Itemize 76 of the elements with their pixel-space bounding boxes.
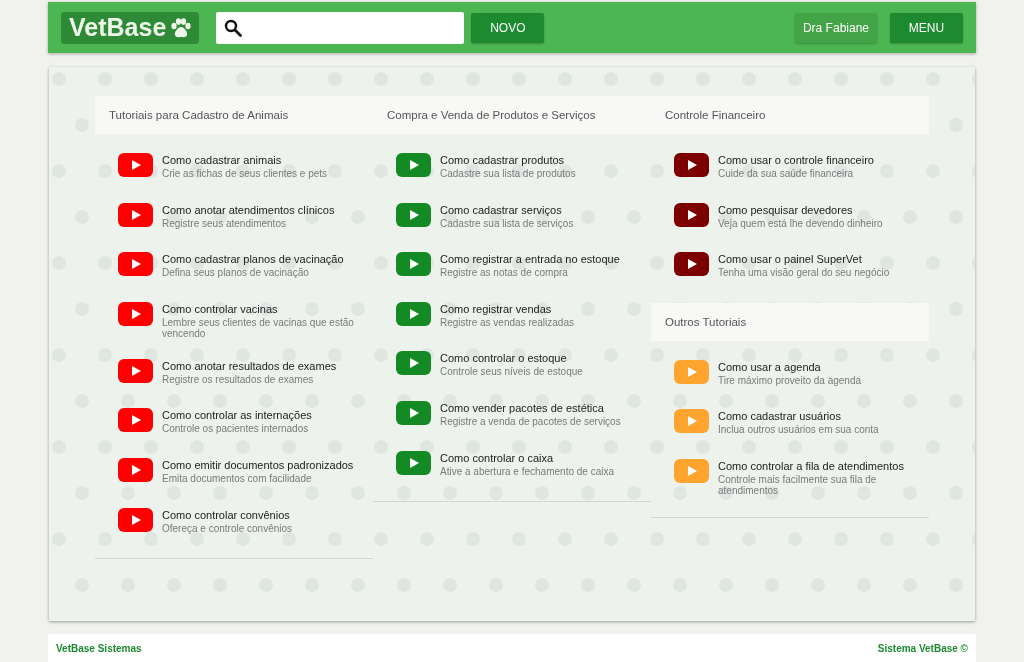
tutorial-description: Registre as vendas realizadas: [440, 316, 574, 328]
logo-text: VetBase: [69, 13, 167, 42]
tutorial-item[interactable]: Como cadastrar animais Crie as fichas de seus clientes e pets: [95, 154, 373, 204]
tutorial-title: Como controlar vacinas: [162, 302, 279, 316]
footer-copyright: Sistema VetBase ©: [877, 642, 968, 654]
section-heading: Controle Financeiro: [651, 96, 929, 134]
tutorial-title: Como cadastrar planos de vacinação: [162, 253, 344, 267]
tutorial-title: Como controlar o estoque: [440, 352, 568, 366]
tutorial-item[interactable]: Como usar o painel SuperVet Tenha uma visão geral do seu negócio: [651, 253, 929, 303]
tutorial-description: Crie as fichas de seus clientes e pets: [162, 168, 328, 179]
tutorial-item[interactable]: Como registrar a entrada no estoque Registre as notas de compra: [373, 253, 651, 303]
section-heading: Compra e Venda de Produtos e Serviços: [373, 96, 651, 134]
tutorial-description: Registre os resultados de exames: [162, 373, 315, 385]
tutorial-description: Controle mais facilmente sua fila de atendimentos: [718, 473, 878, 496]
tutorial-description: Lembre seus clientes de vacinas que estão vencendo: [162, 316, 355, 339]
tutorial-item[interactable]: Como cadastrar produtos Cadastre sua lista de produtos: [373, 154, 651, 204]
tutorial-description: Tenha uma visão geral do seu negócio: [718, 267, 890, 279]
tutorial-item[interactable]: Como cadastrar planos de vacinação Defina seus planos de vacinação: [95, 253, 373, 303]
tutorial-description: Cuide da sua saúde financeira: [718, 168, 855, 179]
tutorial-title: Como pesquisar devedores: [718, 203, 854, 217]
tutorial-title: Como cadastrar animais: [162, 154, 283, 167]
tutorial-title: Como controlar convênios: [162, 508, 291, 522]
tutorial-title: Como usar o painel SuperVet: [718, 253, 863, 267]
tutorial-title: Como emitir documentos padronizados: [162, 458, 354, 472]
tutorial-description: Veja quem está lhe devendo dinheiro: [718, 217, 883, 229]
tutorial-item[interactable]: Como anotar resultados de exames Registre os resultados de exames: [95, 359, 373, 410]
tutorial-item[interactable]: Como controlar a fila de atendimentos Controle mais facilmente sua fila de atendimentos: [651, 459, 929, 517]
tutorial-title: Como cadastrar usuários: [718, 410, 842, 424]
tutorial-title: Como usar a agenda: [718, 360, 822, 374]
tutorial-title: Como controlar o caixa: [440, 451, 555, 465]
tutorial-item[interactable]: Como controlar convênios Ofereça e controle convênios: [95, 508, 373, 559]
tutorial-item[interactable]: Como anotar atendimentos clínicos Registre seus atendimentos: [95, 203, 373, 254]
tutorial-description: Registre a venda de pacotes de serviços: [440, 415, 621, 427]
tutorial-item[interactable]: Como cadastrar serviços Cadastre sua lista de serviços: [373, 203, 651, 254]
tutorial-description: Inclua outros usuários em sua conta: [718, 424, 879, 436]
tutorial-title: Como registrar vendas: [440, 302, 553, 316]
tutorial-item[interactable]: Como emitir documentos padronizados Emita documentos com facilidade: [95, 458, 373, 509]
tutorial-description: Tire máximo proveito da agenda: [718, 374, 862, 386]
tutorial-item[interactable]: Como registrar vendas Registre as vendas realizadas: [373, 302, 651, 353]
tutorial-item[interactable]: Como controlar o caixa Ative a abertura e fechamento de caixa: [373, 451, 651, 502]
footer-company: VetBase Sistemas: [56, 642, 142, 654]
tutorial-description: Registre as notas de compra: [440, 267, 569, 279]
new-button[interactable]: NOVO: [471, 12, 545, 43]
section-heading: Tutoriais para Cadastro de Animais: [95, 96, 373, 134]
tutorial-description: Registre seus atendimentos: [162, 217, 287, 229]
tutorial-item[interactable]: Como controlar vacinas Lembre seus clientes de vacinas que estão vencendo: [95, 302, 373, 360]
paw-icon: [170, 17, 193, 38]
tutorial-description: Emita documentos com facilidade: [162, 472, 313, 484]
search-icon: [224, 18, 243, 37]
tutorial-title: Como anotar atendimentos clínicos: [162, 203, 335, 217]
tutorial-item[interactable]: Como pesquisar devedores Veja quem está lhe devendo dinheiro: [651, 203, 929, 254]
tutorial-title: Como anotar resultados de exames: [162, 359, 337, 373]
tutorial-description: Controle seus níveis de estoque: [440, 366, 583, 378]
tutorial-item[interactable]: Como controlar as internações Controle os pacientes internados: [95, 409, 373, 459]
tutorial-title: Como registrar a entrada no estoque: [440, 253, 620, 267]
tutorial-title: Como controlar a fila de atendimentos: [718, 459, 905, 473]
tutorial-item[interactable]: Como usar a agenda Tire máximo proveito da agenda: [651, 360, 929, 411]
tutorial-description: Ofereça e controle convênios: [162, 522, 293, 534]
search-field[interactable]: [216, 11, 465, 44]
tutorial-title: Como controlar as internações: [162, 409, 312, 423]
tutorial-description: Defina seus planos de vacinação: [162, 267, 310, 279]
logo[interactable]: VetBase: [61, 11, 200, 44]
tutorial-item[interactable]: Como vender pacotes de estética Registre a venda de pacotes de serviços: [373, 401, 651, 452]
tutorial-item[interactable]: Como cadastrar usuários Inclua outros usuários em sua conta: [651, 410, 929, 460]
tutorial-title: Como cadastrar produtos: [440, 154, 566, 167]
tutorial-title: Como cadastrar serviços: [440, 203, 563, 217]
tutorial-description: Cadastre sua lista de produtos: [440, 168, 576, 179]
tutorial-description: Ative a abertura e fechamento de caixa: [440, 465, 614, 477]
tutorial-description: Controle os pacientes internados: [162, 423, 310, 435]
tutorial-title: Como usar o controle financeiro: [718, 154, 874, 167]
tutorial-item[interactable]: Como usar o controle financeiro Cuide da sua saúde financeira: [651, 154, 929, 204]
tutorial-item[interactable]: Como controlar o estoque Controle seus níveis de estoque: [373, 352, 651, 402]
tutorial-description: Cadastre sua lista de serviços: [440, 217, 574, 229]
tutorial-title: Como vender pacotes de estética: [440, 401, 605, 415]
menu-button[interactable]: MENU: [890, 12, 963, 43]
section-heading: Outros Tutoriais: [651, 302, 929, 341]
